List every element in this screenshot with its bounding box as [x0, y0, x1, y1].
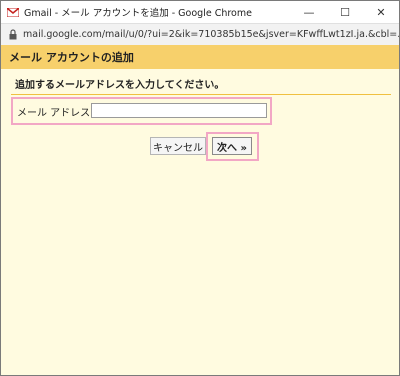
browser-window: Gmail - メール アカウントを追加 - Google Chrome — ☐…: [0, 0, 400, 376]
instruction-text: 追加するメールアドレスを入力してください。: [15, 80, 225, 91]
dialog-header: メール アカウントの追加: [1, 45, 399, 69]
email-label: メール アドレス:: [17, 108, 94, 119]
next-button[interactable]: 次へ »: [212, 137, 252, 155]
gmail-icon: [7, 7, 19, 17]
maximize-icon[interactable]: ☐: [327, 1, 363, 23]
email-field[interactable]: [91, 103, 267, 118]
divider: [11, 94, 391, 95]
minimize-icon[interactable]: —: [291, 1, 327, 23]
address-bar[interactable]: mail.google.com/mail/u/0/?ui=2&ik=710385…: [1, 23, 399, 46]
close-icon[interactable]: ✕: [363, 1, 399, 23]
url-text[interactable]: mail.google.com/mail/u/0/?ui=2&ik=710385…: [23, 29, 399, 40]
dialog-title: メール アカウントの追加: [9, 51, 134, 64]
title-bar: Gmail - メール アカウントを追加 - Google Chrome — ☐…: [1, 1, 399, 23]
window-title: Gmail - メール アカウントを追加 - Google Chrome: [24, 8, 252, 19]
lock-icon: [9, 29, 17, 40]
cancel-button[interactable]: キャンセル: [150, 137, 206, 155]
